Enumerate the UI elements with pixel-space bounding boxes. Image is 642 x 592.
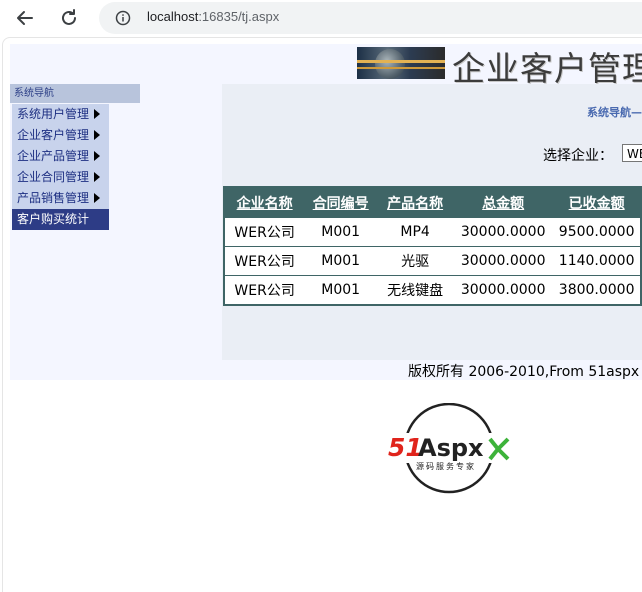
purchase-table: 企业名称 合同编号 产品名称 总金额 已收金额 WER公司 M001 MP4 3… <box>223 186 642 306</box>
sidebar-item-label: 企业合同管理 <box>17 170 90 184</box>
table-cell: 1140.0000 <box>553 246 641 276</box>
logo-slogan: 源码服务专家 <box>416 461 476 471</box>
sidebar-item-label: 客户购买统计 <box>17 212 90 226</box>
sidebar-menu: 系统用户管理 企业客户管理 企业产品管理 企业合同管理 产品销售管理 客户购买统… <box>12 104 109 230</box>
column-header[interactable]: 产品名称 <box>377 187 454 218</box>
table-cell: M001 <box>304 275 378 305</box>
51aspx-logo[interactable]: 51 Aspx 源码服务专家 <box>386 403 512 495</box>
sidebar-item-sales-management[interactable]: 产品销售管理 <box>12 188 109 209</box>
banner-stripe <box>357 60 445 63</box>
submenu-arrow-icon <box>94 130 100 140</box>
sidebar-item-customer-management[interactable]: 企业客户管理 <box>12 125 109 146</box>
reload-icon <box>62 9 76 25</box>
back-button[interactable] <box>13 6 37 30</box>
company-select-label: 选择企业： <box>543 148 613 164</box>
table-cell: 无线键盘 <box>377 275 454 305</box>
address-bar[interactable]: localhost:16835/tj.aspx <box>99 2 642 34</box>
submenu-arrow-icon <box>94 109 100 119</box>
table-cell: M001 <box>304 246 378 276</box>
browser-toolbar: localhost:16835/tj.aspx <box>0 0 642 36</box>
globe-graphic <box>375 49 405 79</box>
url-path: :16835/tj.aspx <box>198 9 280 24</box>
sidebar-item-contract-management[interactable]: 企业合同管理 <box>12 167 109 188</box>
table-cell: 30000.0000 <box>453 275 554 305</box>
table-cell: 9500.0000 <box>553 217 641 247</box>
reload-button[interactable] <box>57 6 81 30</box>
table-cell: 3800.0000 <box>553 275 641 305</box>
table-cell: M001 <box>304 217 378 247</box>
column-header[interactable]: 已收金额 <box>553 187 641 218</box>
table-header-row: 企业名称 合同编号 产品名称 总金额 已收金额 <box>224 187 641 218</box>
sidebar-header: 系统导航 <box>10 84 140 103</box>
sidebar-item-label: 企业产品管理 <box>17 149 90 163</box>
url-host: localhost <box>147 9 199 24</box>
column-header[interactable]: 企业名称 <box>224 187 305 218</box>
logo-brand-text: Aspx <box>418 434 484 462</box>
table-cell: 光驱 <box>377 246 454 276</box>
table-cell: MP4 <box>377 217 454 247</box>
table-cell: 30000.0000 <box>453 217 554 247</box>
sidebar-item-label: 产品销售管理 <box>17 191 90 205</box>
table-row: WER公司 M001 光驱 30000.0000 1140.0000 <box>224 246 641 276</box>
table-row: WER公司 M001 无线键盘 30000.0000 3800.0000 <box>224 275 641 305</box>
sidebar-item-purchase-statistics[interactable]: 客户购买统计 <box>12 209 109 230</box>
submenu-arrow-icon <box>94 172 100 182</box>
system-title: 企业客户管理 <box>452 49 642 88</box>
url-text: localhost:16835/tj.aspx <box>147 9 279 24</box>
table-cell: 30000.0000 <box>453 246 554 276</box>
table-cell: WER公司 <box>224 275 305 305</box>
table-cell: WER公司 <box>224 246 305 276</box>
copyright-text: 版权所有 2006-2010,From 51aspx <box>408 364 640 380</box>
table-cell: WER公司 <box>224 217 305 247</box>
company-select[interactable]: WER公司 <box>622 144 642 162</box>
arrow-left-icon <box>17 11 33 25</box>
sidebar-item-label: 系统用户管理 <box>17 107 90 121</box>
sidebar-item-label: 企业客户管理 <box>17 128 90 142</box>
banner-image <box>357 47 445 79</box>
info-icon[interactable] <box>115 10 131 26</box>
column-header[interactable]: 合同编号 <box>304 187 378 218</box>
submenu-arrow-icon <box>94 193 100 203</box>
sidebar-item-product-management[interactable]: 企业产品管理 <box>12 146 109 167</box>
table-row: WER公司 M001 MP4 30000.0000 9500.0000 <box>224 217 641 247</box>
column-header[interactable]: 总金额 <box>453 187 554 218</box>
sidebar-item-user-management[interactable]: 系统用户管理 <box>12 104 109 125</box>
breadcrumb[interactable]: 系统导航— <box>587 104 642 120</box>
submenu-arrow-icon <box>94 151 100 161</box>
banner-stripe-2 <box>357 67 445 69</box>
